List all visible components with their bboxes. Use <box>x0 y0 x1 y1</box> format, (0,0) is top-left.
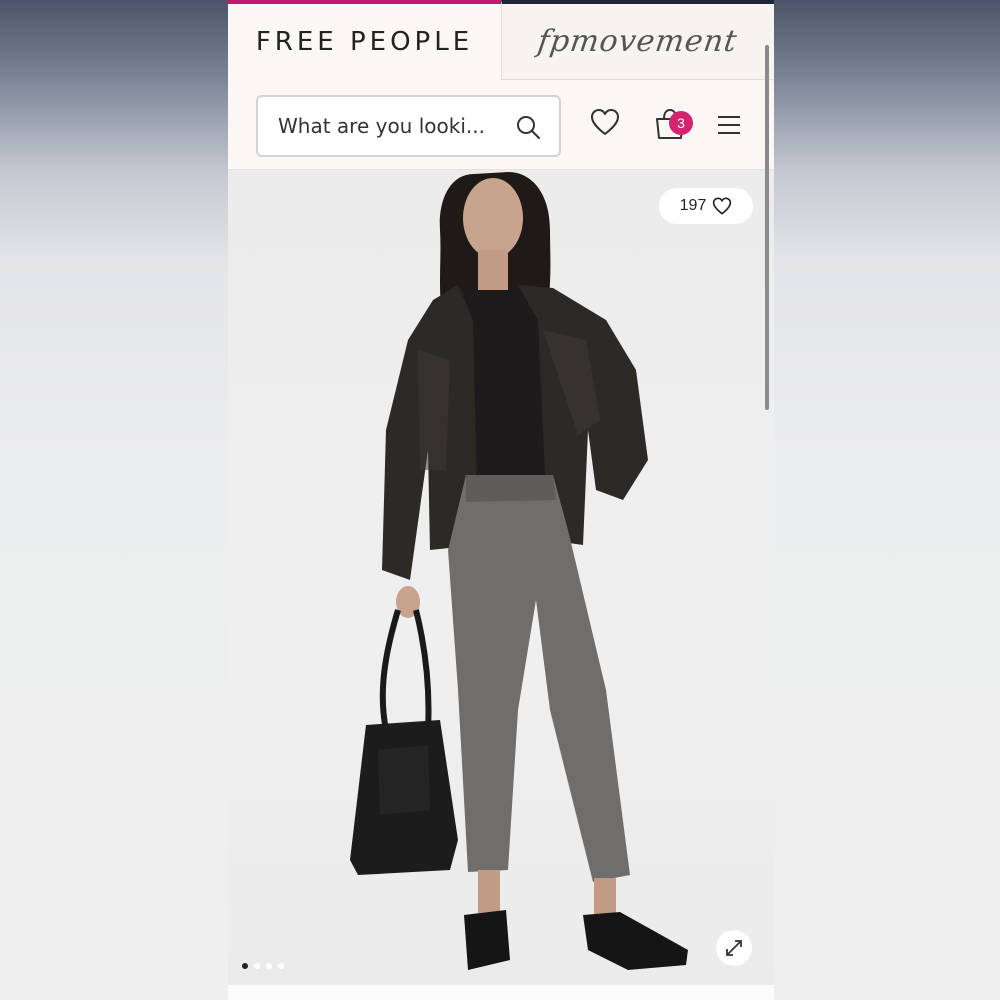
page-scrollbar[interactable] <box>765 45 769 410</box>
carousel-dot[interactable] <box>278 963 284 969</box>
site-header: 3 <box>228 80 774 170</box>
wishlist-heart-icon[interactable] <box>590 108 620 136</box>
expand-image-button[interactable] <box>716 930 752 966</box>
like-count: 197 <box>679 197 707 214</box>
carousel-dot[interactable] <box>254 963 260 969</box>
cart-count-badge: 3 <box>669 111 693 135</box>
carousel-dot[interactable] <box>242 963 248 969</box>
search-input[interactable] <box>278 114 498 138</box>
brand-tabs: FREE PEOPLE fpmovement <box>228 0 774 80</box>
expand-icon <box>726 940 742 956</box>
tab-free-people[interactable]: FREE PEOPLE <box>228 0 501 80</box>
bottom-strip <box>228 985 774 1000</box>
search-icon[interactable] <box>515 114 541 140</box>
hamburger-menu-icon[interactable] <box>717 115 741 135</box>
tab-fp-movement[interactable]: fpmovement <box>501 0 774 80</box>
free-people-logo: FREE PEOPLE <box>255 27 474 57</box>
product-image-carousel[interactable]: 197 <box>228 170 774 985</box>
search-box[interactable] <box>256 95 561 157</box>
likes-button[interactable]: 197 <box>659 188 753 224</box>
heart-icon <box>713 197 732 215</box>
product-photo <box>350 172 688 970</box>
fp-movement-logo: fpmovement <box>535 24 741 59</box>
phone-screen: FREE PEOPLE fpmovement 3 <box>228 0 774 1000</box>
carousel-dot[interactable] <box>266 963 272 969</box>
carousel-indicators <box>242 963 284 969</box>
